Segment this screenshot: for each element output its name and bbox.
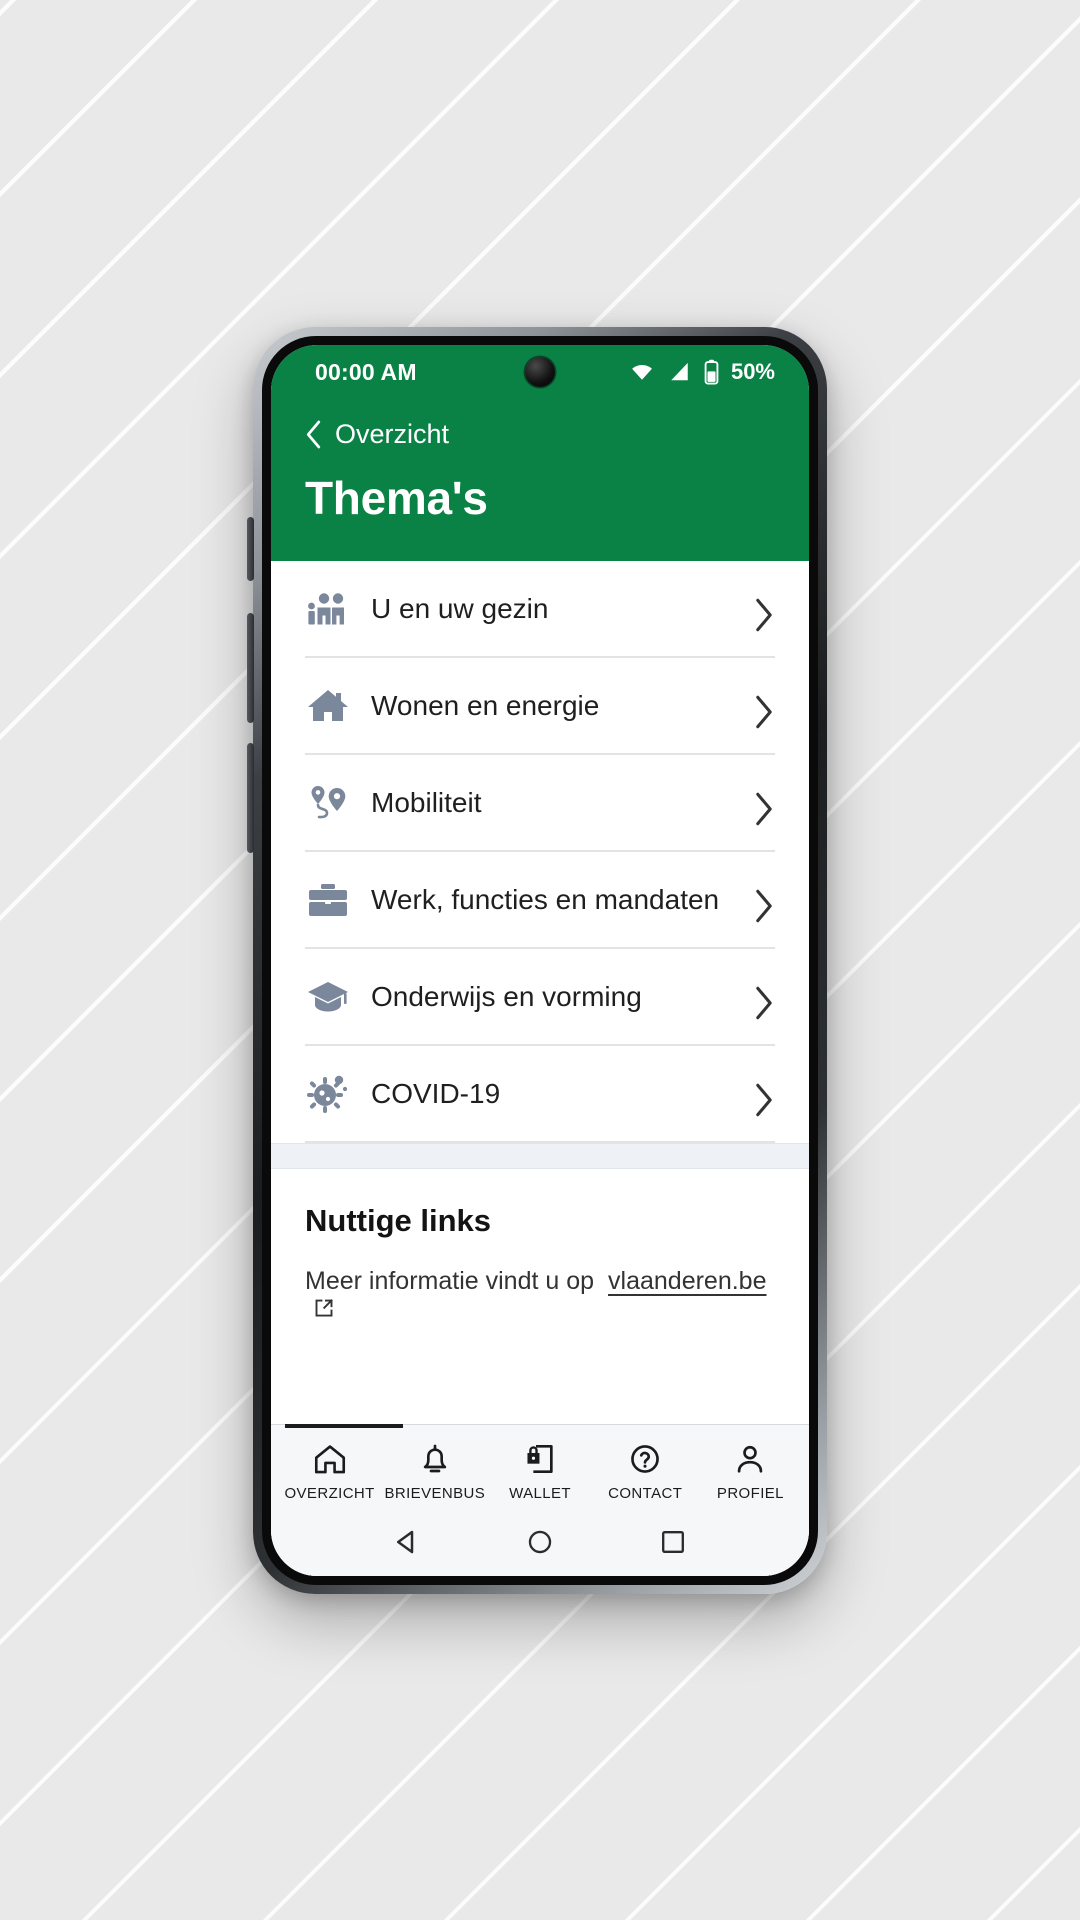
person-icon — [732, 1441, 768, 1477]
theme-label: Werk, functies en mandaten — [371, 883, 720, 915]
app-header: Overzicht Thema's — [271, 399, 809, 561]
phone-device-frame: 00:00 AM 50% Overzicht Thema's U en uw g… — [247, 327, 827, 1594]
tab-label: BRIEVENBUS — [384, 1485, 486, 1502]
tab-contact[interactable]: CONTACT — [593, 1441, 698, 1502]
theme-row-wonen-en-energie[interactable]: Wonen en energie — [305, 658, 775, 755]
theme-row-u-en-uw-gezin[interactable]: U en uw gezin — [305, 561, 775, 658]
phone-mute-button — [247, 517, 254, 581]
chevron-left-icon — [305, 420, 322, 449]
recents-nav-button[interactable] — [656, 1525, 690, 1559]
chevron-right-icon — [753, 1083, 775, 1116]
chevron-right-icon — [753, 986, 775, 1019]
tab-label: PROFIEL — [716, 1485, 784, 1502]
theme-label: Wonen en energie — [371, 689, 600, 721]
tab-wallet[interactable]: WALLET — [487, 1441, 592, 1502]
house-icon — [305, 683, 351, 729]
theme-row-mobiliteit[interactable]: Mobiliteit — [305, 755, 775, 852]
virus-icon — [305, 1071, 351, 1117]
phone-volume-up-button — [247, 613, 254, 723]
bottom-tab-bar: OVERZICHT BRIEVENBUS WALLET CONTACT PROF… — [271, 1424, 809, 1514]
family-icon — [305, 586, 351, 632]
home-nav-button[interactable] — [523, 1525, 557, 1559]
chevron-right-icon — [753, 889, 775, 922]
theme-list: U en uw gezin Wonen en energie Mobilitei… — [271, 561, 809, 1143]
main-content: U en uw gezin Wonen en energie Mobilitei… — [271, 561, 809, 1576]
useful-links-title: Nuttige links — [305, 1203, 492, 1238]
tab-profiel[interactable]: PROFIEL — [698, 1441, 803, 1502]
tab-label: CONTACT — [608, 1485, 683, 1502]
cellular-signal-icon — [667, 361, 692, 383]
question-circle-icon — [627, 1441, 663, 1477]
briefcase-icon — [305, 877, 351, 923]
battery-icon — [703, 359, 720, 385]
status-bar-indicators: 50% — [628, 359, 775, 385]
phone-volume-down-button — [247, 743, 254, 853]
tab-brievenbus[interactable]: BRIEVENBUS — [382, 1441, 487, 1502]
theme-label: Mobiliteit — [371, 786, 482, 818]
back-nav-button[interactable] — [390, 1525, 424, 1559]
useful-links-prefix: Meer informatie vindt u op — [305, 1267, 595, 1295]
map-pins-route-icon — [305, 780, 351, 826]
page-title: Thema's — [305, 472, 488, 524]
theme-row-covid-19[interactable]: COVID-19 — [305, 1046, 775, 1143]
home-icon — [312, 1441, 348, 1477]
useful-links-section: Nuttige links Meer informatie vindt u op… — [271, 1169, 809, 1424]
battery-percent-label: 50% — [730, 359, 775, 384]
bell-icon — [417, 1441, 453, 1477]
chevron-right-icon — [753, 598, 775, 631]
tab-label: OVERZICHT — [284, 1485, 375, 1502]
tab-label: WALLET — [509, 1485, 571, 1502]
useful-links-text: Meer informatie vindt u op vlaanderen.be — [305, 1267, 775, 1318]
back-button-label: Overzicht — [335, 418, 450, 449]
back-button[interactable]: Overzicht — [305, 413, 775, 455]
theme-label: Onderwijs en vorming — [371, 980, 642, 1012]
wifi-icon — [628, 361, 656, 383]
theme-row-werk-functies-en-mandaten[interactable]: Werk, functies en mandaten — [305, 852, 775, 949]
tab-overzicht[interactable]: OVERZICHT — [277, 1441, 382, 1502]
external-link-icon — [314, 1298, 334, 1318]
status-bar-clock: 00:00 AM — [315, 358, 417, 385]
theme-label: U en uw gezin — [371, 592, 549, 624]
document-lock-icon — [522, 1441, 558, 1477]
phone-bezel: 00:00 AM 50% Overzicht Thema's U en uw g… — [262, 336, 818, 1585]
section-divider-band — [271, 1143, 809, 1169]
theme-label: COVID-19 — [371, 1077, 501, 1109]
vlaanderen-be-link[interactable]: vlaanderen.be — [608, 1267, 766, 1296]
phone-screen: 00:00 AM 50% Overzicht Thema's U en uw g… — [271, 345, 809, 1576]
theme-row-onderwijs-en-vorming[interactable]: Onderwijs en vorming — [305, 949, 775, 1046]
chevron-right-icon — [753, 792, 775, 825]
chevron-right-icon — [753, 695, 775, 728]
graduation-cap-icon — [305, 974, 351, 1020]
status-bar: 00:00 AM 50% — [271, 345, 809, 399]
active-tab-indicator — [285, 1424, 403, 1428]
android-navigation-bar — [271, 1514, 809, 1576]
front-camera-notch — [525, 357, 555, 387]
